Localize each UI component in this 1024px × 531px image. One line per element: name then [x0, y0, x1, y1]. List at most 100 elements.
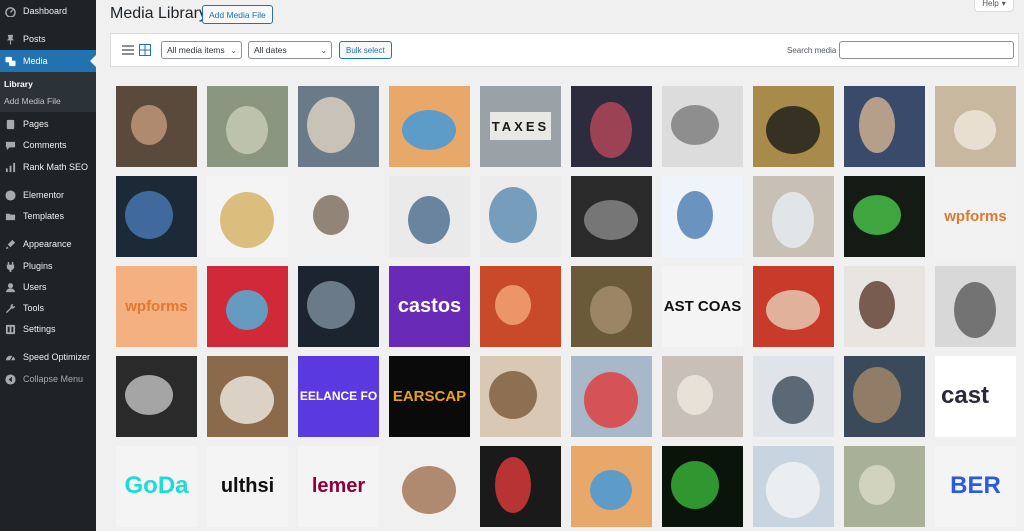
media-tile-stock-board[interactable]: [480, 446, 561, 527]
media-type-filter[interactable]: All media items ⌄: [161, 41, 242, 59]
wrench-icon: [4, 302, 17, 315]
media-tile-elementor-logo[interactable]: lemer: [298, 446, 379, 527]
tile-caption: BER: [950, 472, 1001, 499]
media-tile-portrait-man[interactable]: [116, 86, 197, 167]
thumbnail-image: [766, 462, 820, 518]
media-tile-godaddy-logo[interactable]: GoDa: [116, 446, 197, 527]
media-tile-senior-couple[interactable]: [935, 86, 1016, 167]
media-tile-web-page-travel[interactable]: [480, 176, 561, 257]
media-tile-mountain-night[interactable]: [298, 266, 379, 347]
sidebar-item-dashboard[interactable]: Dashboard: [0, 0, 96, 22]
media-tile-web-page-people[interactable]: [207, 176, 288, 257]
media-tile-wpforms-orange[interactable]: wpforms: [116, 266, 197, 347]
thumbnail-image: [671, 461, 719, 509]
media-tile-board-game-pieces[interactable]: [571, 356, 652, 437]
thumbnail-image: [853, 367, 901, 423]
media-tile-calculator-docs[interactable]: [753, 446, 834, 527]
media-tile-taxes-lightbox[interactable]: TAXES: [480, 86, 561, 167]
sidebar-item-tools[interactable]: Tools: [0, 297, 96, 319]
sidebar-item-label: Users: [23, 282, 47, 292]
sidebar-item-rank-math-seo[interactable]: Rank Math SEO: [0, 156, 96, 178]
sidebar-item-elementor[interactable]: Elementor: [0, 184, 96, 206]
media-tile-wpforms-logo[interactable]: wpforms: [935, 176, 1016, 257]
media-tile-colorful-blocks[interactable]: [207, 266, 288, 347]
sidebar-item-speed-optimizer[interactable]: Speed Optimizer: [0, 346, 96, 368]
thumbnail-image: [772, 192, 814, 248]
sidebar-item-label: Posts: [23, 34, 46, 44]
media-tile-dollar-bills[interactable]: [207, 86, 288, 167]
media-tile-dark-web-page[interactable]: [571, 176, 652, 257]
media-tile-desk-notebook[interactable]: [207, 356, 288, 437]
media-tile-man-whiteboard[interactable]: [753, 356, 834, 437]
sidebar-item-settings[interactable]: Settings: [0, 318, 96, 340]
media-tile-old-wheel[interactable]: [571, 266, 652, 347]
media-tile-dark-stock-chart[interactable]: [116, 176, 197, 257]
date-filter[interactable]: All dates ⌄: [248, 41, 332, 59]
add-media-file-button[interactable]: Add Media File: [202, 5, 273, 24]
sidebar-item-media[interactable]: Media: [0, 50, 96, 72]
media-tile-tablet-chart[interactable]: [753, 86, 834, 167]
sidebar-item-templates[interactable]: Templates: [0, 205, 96, 227]
media-tile-castos-purple[interactable]: castos: [389, 266, 470, 347]
sidebar-item-posts[interactable]: Posts: [0, 28, 96, 50]
media-tile-green-chart-dark[interactable]: [662, 446, 743, 527]
thumbnail-image: [495, 285, 531, 325]
media-tile-support-agent[interactable]: [389, 446, 470, 527]
media-tile-piggy-bank-coins[interactable]: [571, 446, 652, 527]
media-tile-magnifier-chart[interactable]: [662, 86, 743, 167]
submenu-item-library[interactable]: Library: [4, 79, 33, 89]
sidebar-item-plugins[interactable]: Plugins: [0, 255, 96, 277]
sidebar-item-users[interactable]: Users: [0, 276, 96, 298]
tile-caption: castos: [397, 294, 462, 317]
media-tile-woman-smiling[interactable]: [844, 266, 925, 347]
media-tile-couple-paperwork[interactable]: [298, 86, 379, 167]
media-tile-tutor-student[interactable]: [662, 356, 743, 437]
thumbnail-image: [489, 371, 537, 419]
sidebar-item-comments[interactable]: Comments: [0, 134, 96, 156]
collapse-menu-button[interactable]: Collapse Menu: [0, 368, 96, 390]
media-tile-document-pen[interactable]: [935, 266, 1016, 347]
collapse-menu-label: Collapse Menu: [23, 374, 84, 384]
media-tile-blue-piggy-bank[interactable]: [389, 86, 470, 167]
thumbnail-image: [226, 290, 268, 330]
tile-caption: GoDa: [124, 472, 189, 499]
submenu-item-add-media-file[interactable]: Add Media File: [4, 96, 61, 106]
thumbnail-image: [859, 465, 895, 505]
media-tile-castos-white[interactable]: cast: [935, 356, 1016, 437]
thumbnail-image: [671, 105, 719, 145]
pages-icon: [4, 118, 17, 131]
media-tile-east-coast-terpenes[interactable]: AST COAS: [662, 266, 743, 347]
media-tile-web-page-grid[interactable]: [298, 176, 379, 257]
media-tile-code-screen[interactable]: [844, 176, 925, 257]
sidebar-item-appearance[interactable]: Appearance: [0, 233, 96, 255]
media-tile-excited-woman[interactable]: [844, 356, 925, 437]
media-tile-podcast-studio[interactable]: [480, 356, 561, 437]
media-tile-dollar-bills-2[interactable]: [844, 446, 925, 527]
media-tile-freelance-logo[interactable]: EELANCE FO: [298, 356, 379, 437]
thumbnail-image: [495, 457, 531, 513]
media-tile-laptop-desk[interactable]: [753, 176, 834, 257]
help-tab[interactable]: Help ▾: [974, 0, 1014, 12]
help-label: Help: [982, 0, 999, 8]
media-tile-healthsite-logo[interactable]: ulthsi: [207, 446, 288, 527]
grid-view-icon[interactable]: [139, 44, 151, 56]
search-input[interactable]: [839, 41, 1014, 59]
admin-sidebar: Library Add Media File Dashboard Posts Med…: [0, 0, 96, 531]
bulk-select-button[interactable]: Bulk select: [339, 41, 392, 59]
list-view-icon[interactable]: [122, 44, 134, 56]
media-tile-earscape-logo[interactable]: EARSCAP: [389, 356, 470, 437]
media-tile-man-laptop[interactable]: [844, 86, 925, 167]
media-tile-man-red-wall[interactable]: [753, 266, 834, 347]
sidebar-item-label: Comments: [23, 140, 67, 150]
sidebar-item-pages[interactable]: Pages: [0, 113, 96, 135]
media-tile-blue-logo[interactable]: BER: [935, 446, 1016, 527]
thumbnail-image: [226, 106, 268, 154]
media-tile-video-call-laptop[interactable]: [116, 356, 197, 437]
thumbnail-image: [853, 195, 901, 235]
media-tile-web-page-products[interactable]: [662, 176, 743, 257]
caret-down-icon: ▾: [1001, 0, 1006, 8]
tile-caption: lemer: [311, 474, 366, 497]
media-tile-red-illustration[interactable]: [480, 266, 561, 347]
media-tile-stock-chart-pen[interactable]: [571, 86, 652, 167]
media-tile-web-page-cars[interactable]: [389, 176, 470, 257]
